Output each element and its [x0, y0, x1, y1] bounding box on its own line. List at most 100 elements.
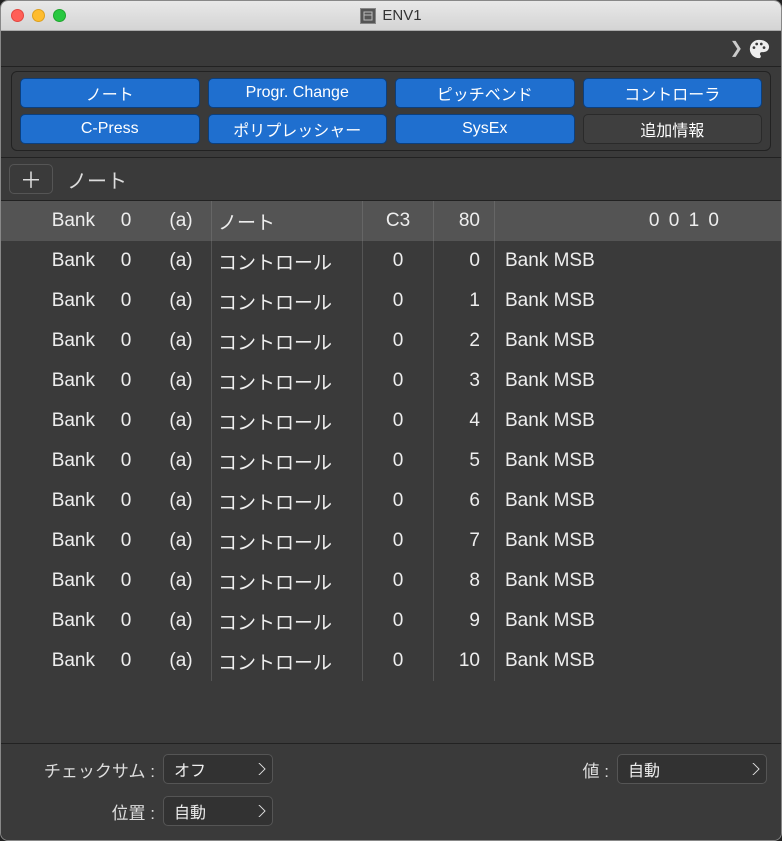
table-header-row[interactable]: Bank 0 (a) ノート C3 80 0 0 1 0 — [1, 201, 781, 241]
cell-annotation: (a) — [151, 641, 211, 681]
window: ENV1 ❯ ノート Progr. Changeピッチベンドコントローラ C-Pr… — [0, 0, 782, 841]
cell-description: Bank MSB — [495, 601, 781, 641]
cell-description: Bank MSB — [495, 361, 781, 401]
cell-type: コントロール — [212, 241, 362, 281]
value-value: 自動 — [628, 757, 660, 781]
cell-value1: 0 — [363, 361, 433, 401]
filter-button[interactable]: Progr. Change — [208, 78, 388, 108]
col-value1: C3 — [363, 201, 433, 241]
cell-channel: 0 — [101, 321, 151, 361]
table-row[interactable]: Bank0(a)コントロール01Bank MSB — [1, 281, 781, 321]
zoom-button[interactable] — [53, 9, 66, 22]
cell-value2: 9 — [434, 601, 494, 641]
cell-description: Bank MSB — [495, 441, 781, 481]
cell-annotation: (a) — [151, 401, 211, 441]
minimize-button[interactable] — [32, 9, 45, 22]
palette-icon[interactable] — [747, 37, 771, 61]
col-annotation: (a) — [151, 201, 211, 241]
filter-panel: ノート Progr. Changeピッチベンドコントローラ C-Press ポリプレ… — [11, 71, 771, 151]
cell-value2: 7 — [434, 521, 494, 561]
traffic-lights — [11, 9, 66, 22]
cell-description: Bank MSB — [495, 241, 781, 281]
table-row[interactable]: Bank0(a)コントロール02Bank MSB — [1, 321, 781, 361]
cell-bank: Bank — [1, 441, 101, 481]
cell-annotation: (a) — [151, 321, 211, 361]
table-row[interactable]: Bank0(a)コントロール06Bank MSB — [1, 481, 781, 521]
cell-bank: Bank — [1, 361, 101, 401]
table-row[interactable]: Bank0(a)コントロール04Bank MSB — [1, 401, 781, 441]
cell-bank: Bank — [1, 401, 101, 441]
cell-type: コントロール — [212, 321, 362, 361]
cell-value2: 1 — [434, 281, 494, 321]
filter-button[interactable]: コントローラ — [583, 78, 763, 108]
cell-channel: 0 — [101, 241, 151, 281]
cell-description: Bank MSB — [495, 481, 781, 521]
cell-value2: 3 — [434, 361, 494, 401]
cell-value1: 0 — [363, 521, 433, 561]
cell-value1: 0 — [363, 561, 433, 601]
window-icon — [360, 8, 376, 24]
table-row[interactable]: Bank0(a)コントロール09Bank MSB — [1, 601, 781, 641]
filter-button[interactable]: SysEx — [395, 114, 575, 144]
cell-channel: 0 — [101, 401, 151, 441]
cell-value1: 0 — [363, 281, 433, 321]
cell-channel: 0 — [101, 601, 151, 641]
value-label: 値 : — [554, 757, 609, 782]
cell-type: コントロール — [212, 441, 362, 481]
filter-button[interactable]: ポリプレッシャー — [208, 114, 388, 144]
close-button[interactable] — [11, 9, 24, 22]
cell-description: Bank MSB — [495, 521, 781, 561]
expand-icon[interactable]: ❯ — [730, 41, 743, 57]
filter-button[interactable]: C-Press — [20, 114, 200, 144]
cell-bank: Bank — [1, 601, 101, 641]
cell-value1: 0 — [363, 241, 433, 281]
cell-value2: 4 — [434, 401, 494, 441]
cell-value1: 0 — [363, 641, 433, 681]
cell-annotation: (a) — [151, 601, 211, 641]
cell-type: コントロール — [212, 281, 362, 321]
cell-bank: Bank — [1, 321, 101, 361]
cell-channel: 0 — [101, 561, 151, 601]
cell-description: Bank MSB — [495, 321, 781, 361]
subheader-label: ノート — [67, 165, 127, 194]
cell-value2: 6 — [434, 481, 494, 521]
table-row[interactable]: Bank0(a)コントロール08Bank MSB — [1, 561, 781, 601]
cell-annotation: (a) — [151, 441, 211, 481]
cell-annotation: (a) — [151, 521, 211, 561]
table-row[interactable]: Bank0(a)コントロール05Bank MSB — [1, 441, 781, 481]
table-row[interactable]: Bank0(a)コントロール00Bank MSB — [1, 241, 781, 281]
table-row[interactable]: Bank0(a)コントロール07Bank MSB — [1, 521, 781, 561]
cell-annotation: (a) — [151, 241, 211, 281]
checksum-select[interactable]: オフ — [163, 754, 273, 784]
checksum-label: チェックサム : — [15, 757, 155, 782]
filter-button[interactable]: ピッチベンド — [395, 78, 575, 108]
cell-value1: 0 — [363, 441, 433, 481]
cell-bank: Bank — [1, 481, 101, 521]
filter-button[interactable]: ノート — [20, 78, 200, 108]
toolbar: ❯ — [1, 31, 781, 67]
col-type: ノート — [212, 201, 362, 241]
table-row[interactable]: Bank0(a)コントロール010Bank MSB — [1, 641, 781, 681]
cell-bank: Bank — [1, 521, 101, 561]
bottom-panel: チェックサム : オフ 位置 : 自動 値 : 自動 — [1, 743, 781, 840]
cell-annotation: (a) — [151, 481, 211, 521]
cell-value2: 8 — [434, 561, 494, 601]
value-select[interactable]: 自動 — [617, 754, 767, 784]
window-title: ENV1 — [382, 7, 421, 24]
col-channel: 0 — [101, 201, 151, 241]
cell-bank: Bank — [1, 641, 101, 681]
cell-type: コントロール — [212, 401, 362, 441]
cell-value2: 0 — [434, 241, 494, 281]
cell-value1: 0 — [363, 481, 433, 521]
cell-description: Bank MSB — [495, 401, 781, 441]
position-select[interactable]: 自動 — [163, 796, 273, 826]
cell-channel: 0 — [101, 441, 151, 481]
table-row[interactable]: Bank0(a)コントロール03Bank MSB — [1, 361, 781, 401]
filter-button[interactable]: 追加情報 — [583, 114, 763, 144]
add-button[interactable]: ＋ — [9, 164, 53, 194]
cell-bank: Bank — [1, 241, 101, 281]
cell-channel: 0 — [101, 521, 151, 561]
cell-type: コントロール — [212, 601, 362, 641]
cell-value1: 0 — [363, 321, 433, 361]
col-value2: 80 — [434, 201, 494, 241]
